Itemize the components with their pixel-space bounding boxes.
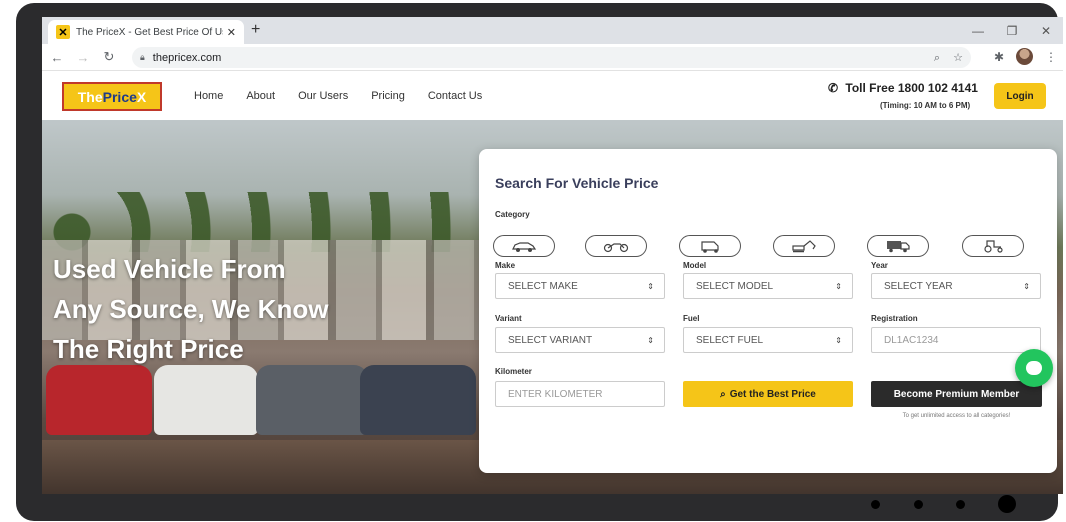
category-truck[interactable] bbox=[867, 235, 929, 257]
excavator-icon bbox=[792, 240, 816, 253]
main-nav: Home About Our Users Pricing Contact Us bbox=[194, 71, 482, 120]
chat-bubble-icon bbox=[1026, 361, 1042, 375]
select-arrow-icon: ⇕ bbox=[835, 335, 842, 345]
variant-select[interactable]: SELECT VARIANT ⇕ bbox=[495, 327, 665, 353]
vehicle-price-search-card: Search For Vehicle Price Category Make M… bbox=[479, 149, 1057, 473]
category-label: Category bbox=[495, 210, 530, 219]
hero-car-dark bbox=[360, 365, 476, 435]
nav-contact-us[interactable]: Contact Us bbox=[428, 90, 482, 102]
fuel-label: Fuel bbox=[683, 314, 700, 323]
make-label: Make bbox=[495, 261, 516, 270]
chat-widget-button[interactable] bbox=[1015, 349, 1053, 387]
model-label: Model bbox=[683, 261, 707, 270]
menu-kebab-icon[interactable]: ⋮ bbox=[1045, 50, 1057, 64]
bookmark-star-icon[interactable]: ☆ bbox=[953, 52, 963, 64]
browser-toolbar: ← → ↻ 🔒︎ thepricex.com ⌕ ☆ ✱ ⋮ bbox=[42, 44, 1063, 71]
category-bike[interactable] bbox=[585, 235, 647, 257]
kilometer-input[interactable]: ENTER KILOMETER bbox=[495, 381, 665, 407]
nav-our-users[interactable]: Our Users bbox=[298, 90, 348, 102]
browser-tab-bar: ✕ The PriceX - Get Best Price Of Us ✕ + … bbox=[42, 17, 1063, 44]
truck-icon bbox=[887, 241, 910, 253]
fuel-select[interactable]: SELECT FUEL ⇕ bbox=[683, 327, 853, 353]
device-dot bbox=[914, 500, 923, 509]
search-icon: ⌕ bbox=[720, 388, 726, 400]
minimize-button[interactable]: — bbox=[961, 24, 995, 38]
variant-label: Variant bbox=[495, 314, 522, 323]
select-arrow-icon: ⇕ bbox=[647, 281, 654, 291]
phone-icon: ✆ bbox=[828, 81, 839, 95]
nav-home[interactable]: Home bbox=[194, 90, 223, 102]
close-window-button[interactable]: ✕ bbox=[1029, 24, 1063, 38]
select-arrow-icon: ⇕ bbox=[1023, 281, 1030, 291]
category-construction[interactable] bbox=[773, 235, 835, 257]
maximize-button[interactable]: ❐ bbox=[995, 24, 1029, 38]
device-frame: ✕ The PriceX - Get Best Price Of Us ✕ + … bbox=[16, 3, 1063, 521]
registration-input[interactable]: DL1AC1234 bbox=[871, 327, 1041, 353]
address-bar[interactable]: 🔒︎ thepricex.com ⌕ ☆ bbox=[132, 47, 971, 68]
category-tractor[interactable] bbox=[962, 235, 1024, 257]
extensions-puzzle-icon[interactable]: ✱ bbox=[994, 50, 1004, 64]
kilometer-label: Kilometer bbox=[495, 367, 532, 376]
model-select[interactable]: SELECT MODEL ⇕ bbox=[683, 273, 853, 299]
auto-rickshaw-icon bbox=[701, 241, 719, 253]
registration-label: Registration bbox=[871, 314, 918, 323]
login-button[interactable]: Login bbox=[994, 83, 1046, 109]
lock-icon: 🔒︎ bbox=[140, 52, 145, 62]
device-dot bbox=[871, 500, 880, 509]
reload-icon[interactable]: ↻ bbox=[98, 49, 120, 65]
hero-headline: Used Vehicle From Any Source, We Know Th… bbox=[53, 254, 329, 364]
hero-car-grey bbox=[256, 365, 368, 435]
url-text: thepricex.com bbox=[152, 51, 222, 64]
site-logo[interactable]: The Price X bbox=[62, 82, 162, 111]
zoom-icon[interactable]: ⌕ bbox=[934, 52, 940, 64]
profile-avatar[interactable] bbox=[1016, 48, 1033, 65]
category-three-wheeler[interactable] bbox=[679, 235, 741, 257]
tab-close-icon[interactable]: ✕ bbox=[227, 26, 236, 39]
get-best-price-button[interactable]: ⌕ Get the Best Price bbox=[683, 381, 853, 407]
window-controls: — ❐ ✕ bbox=[961, 17, 1063, 44]
premium-member-button[interactable]: Become Premium Member bbox=[871, 381, 1042, 407]
nav-about[interactable]: About bbox=[246, 90, 275, 102]
device-camera bbox=[998, 495, 1016, 513]
device-dot bbox=[956, 500, 965, 509]
nav-pricing[interactable]: Pricing bbox=[371, 90, 405, 102]
hero-car-white bbox=[154, 365, 258, 435]
site-header: The Price X Home About Our Users Pricing… bbox=[42, 71, 1063, 120]
select-arrow-icon: ⇕ bbox=[647, 335, 654, 345]
back-arrow-icon[interactable]: ← bbox=[46, 50, 68, 65]
favicon-icon: ✕ bbox=[56, 25, 70, 39]
premium-note: To get unlimited access to all categorie… bbox=[902, 413, 1011, 419]
extensions-area: ✱ ⋮ bbox=[994, 48, 1057, 65]
search-card-title: Search For Vehicle Price bbox=[495, 175, 659, 191]
year-select[interactable]: SELECT YEAR ⇕ bbox=[871, 273, 1041, 299]
toll-free-number[interactable]: ✆ Toll Free 1800 102 4141 bbox=[828, 81, 978, 95]
support-timing: (Timing: 10 AM to 6 PM) bbox=[880, 101, 971, 110]
motorcycle-icon bbox=[603, 243, 629, 253]
make-select[interactable]: SELECT MAKE ⇕ bbox=[495, 273, 665, 299]
year-label: Year bbox=[871, 261, 888, 270]
new-tab-button[interactable]: + bbox=[251, 21, 260, 39]
forward-arrow-icon[interactable]: → bbox=[72, 50, 94, 65]
browser-tab[interactable]: ✕ The PriceX - Get Best Price Of Us ✕ bbox=[48, 20, 244, 44]
car-icon bbox=[512, 242, 537, 252]
select-arrow-icon: ⇕ bbox=[835, 281, 842, 291]
tab-title: The PriceX - Get Best Price Of Us bbox=[76, 26, 223, 38]
screen: ✕ The PriceX - Get Best Price Of Us ✕ + … bbox=[42, 17, 1063, 494]
tractor-icon bbox=[984, 240, 1003, 253]
category-car[interactable] bbox=[493, 235, 555, 257]
hero-car-red bbox=[46, 365, 152, 435]
